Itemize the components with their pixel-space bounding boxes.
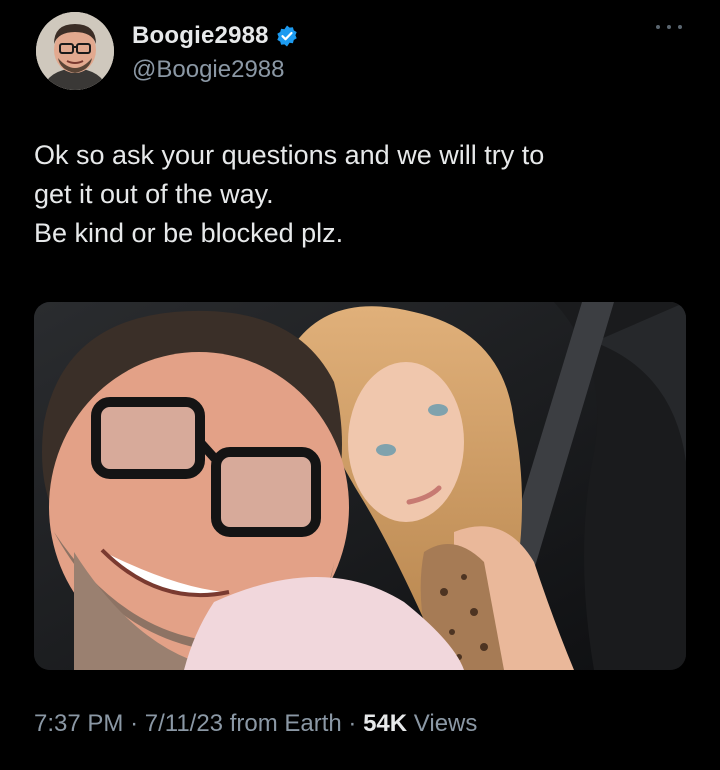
dot-icon [667,25,671,29]
tweet-time[interactable]: 7:37 PM [34,710,123,737]
views-label: Views [413,710,478,737]
tweet-header: Boogie2988 @Boogie2988 [36,12,299,90]
tweet-text-line: Ok so ask your questions and we will try… [34,140,545,170]
views-count[interactable]: 54K [363,710,407,737]
photo-selfie-illustration [34,302,686,670]
avatar[interactable] [36,12,114,90]
more-options-icon[interactable] [656,22,682,32]
dot-icon [656,25,660,29]
tweet: Boogie2988 @Boogie2988 Ok so ask your qu… [0,0,720,770]
tweet-source: from Earth [229,710,342,737]
author-handle[interactable]: @Boogie2988 [132,56,299,84]
tweet-text-line: Be kind or be blocked plz. [34,218,344,248]
author-names: Boogie2988 @Boogie2988 [132,18,299,84]
name-row: Boogie2988 [132,22,299,50]
dot-icon [678,25,682,29]
meta-separator: · [348,710,357,737]
tweet-meta: 7:37 PM · 7/11/23 from Earth · 54K Views [34,710,477,738]
tweet-photo[interactable] [34,302,686,670]
tweet-date[interactable]: 7/11/23 [145,710,223,737]
tweet-text: Ok so ask your questions and we will try… [34,136,684,253]
meta-separator: · [130,710,139,737]
tweet-text-line: get it out of the way. [34,179,274,209]
display-name[interactable]: Boogie2988 [132,22,269,50]
verified-badge-icon [275,24,299,48]
